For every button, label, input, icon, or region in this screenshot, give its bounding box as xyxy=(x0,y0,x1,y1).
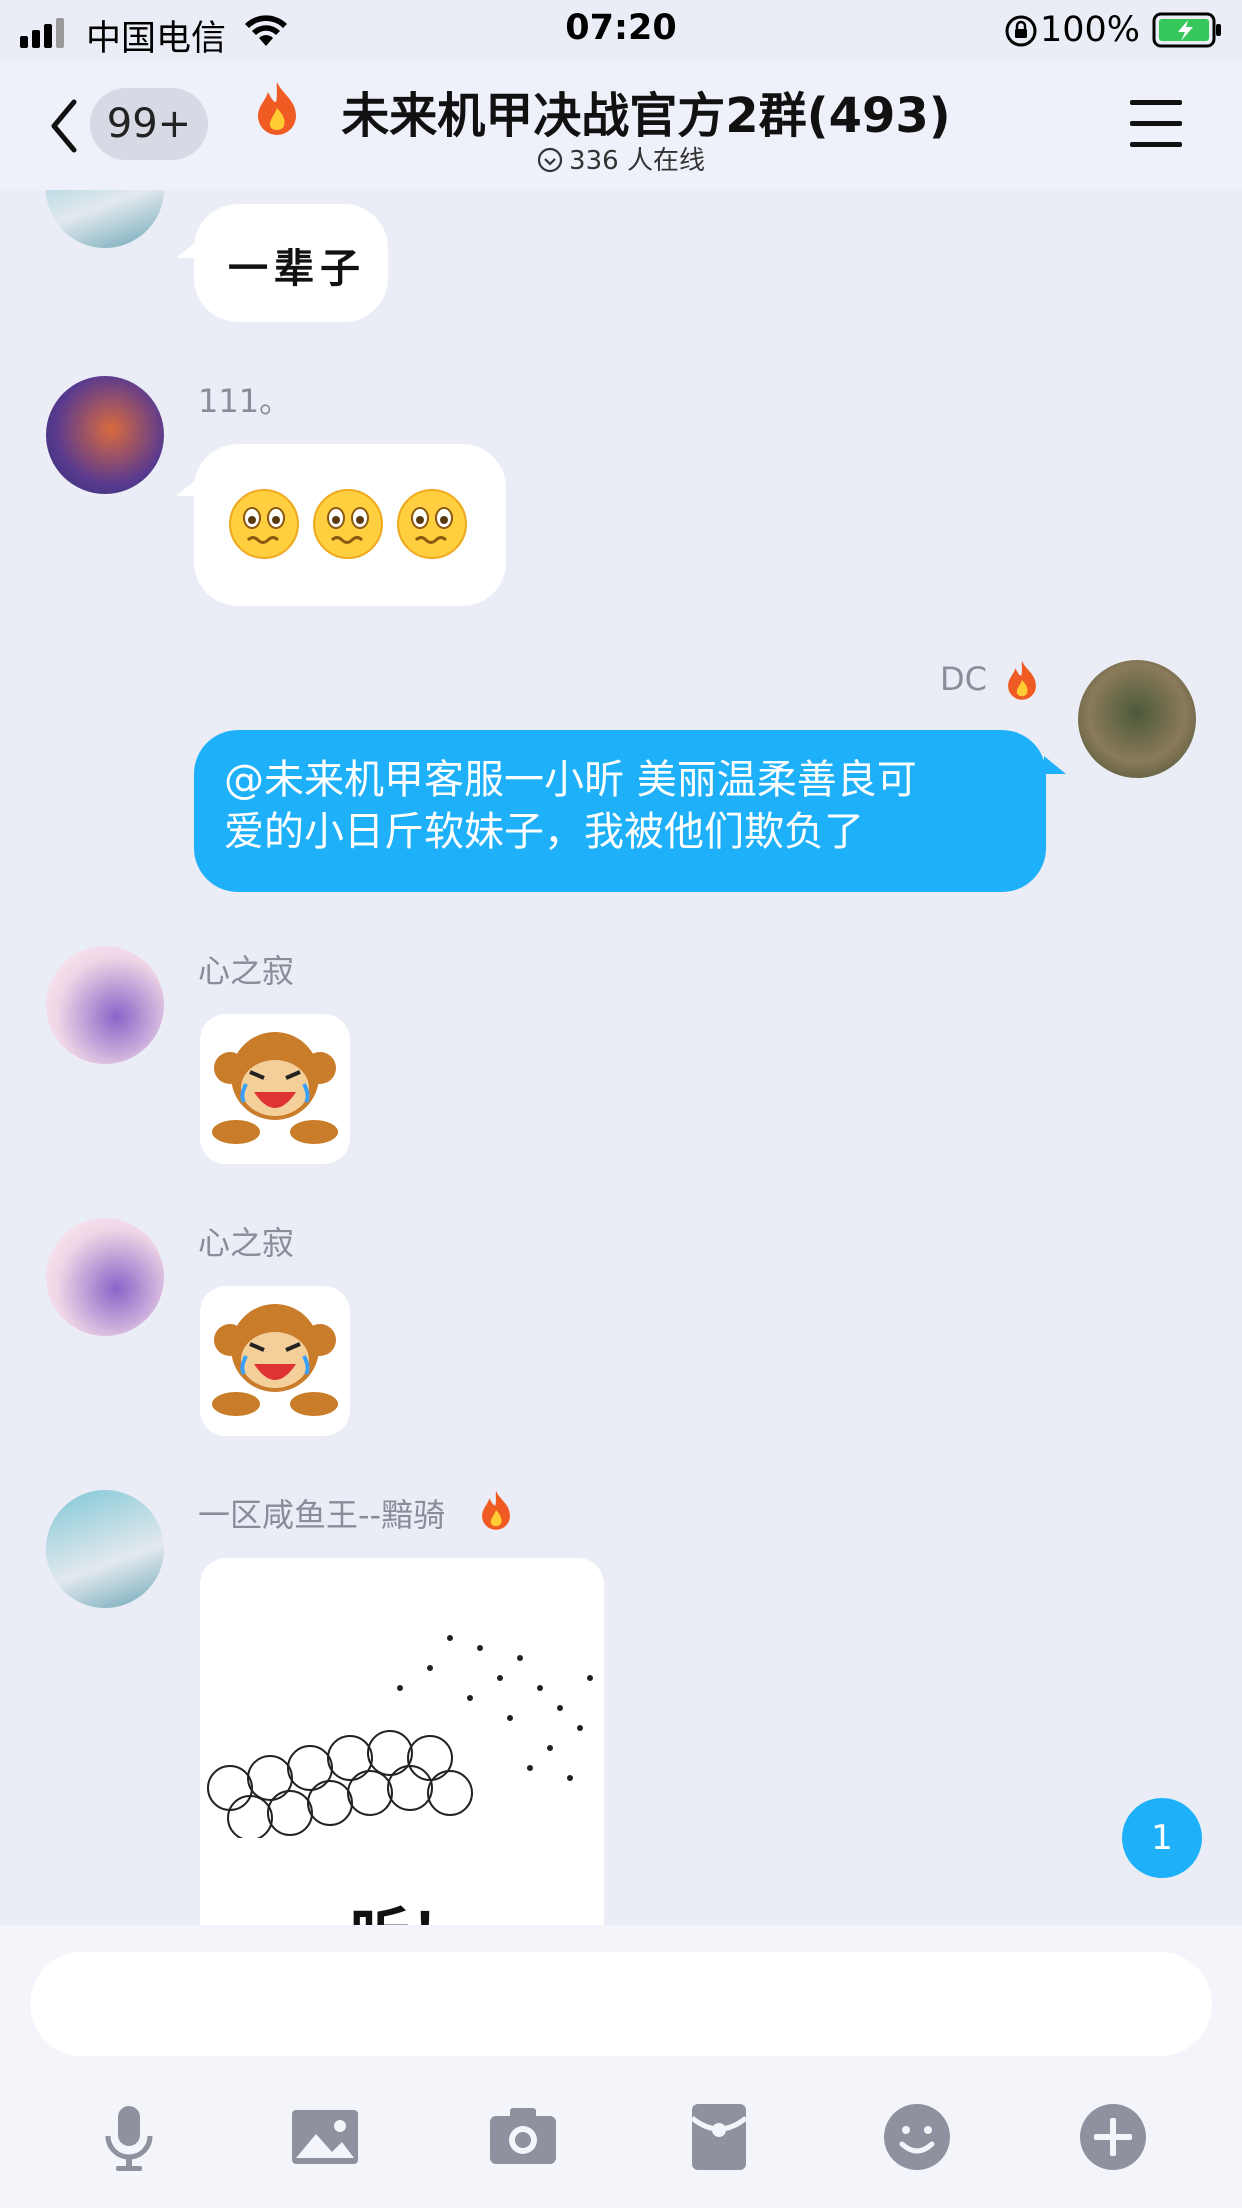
menu-icon[interactable] xyxy=(1128,98,1184,150)
avatar[interactable] xyxy=(46,1490,164,1608)
sender-name: DC xyxy=(940,660,987,698)
new-message-indicator[interactable]: 1 xyxy=(1122,1798,1202,1878)
avatar[interactable] xyxy=(46,376,164,494)
sender-name: 心之寂 xyxy=(198,952,295,990)
avatar[interactable] xyxy=(46,1218,164,1336)
camera-icon[interactable] xyxy=(486,2100,560,2174)
message-bubble[interactable]: 一辈子 xyxy=(194,204,388,322)
group-title[interactable]: 未来机甲决战官方2群(493) xyxy=(0,76,1242,146)
message-bubble[interactable]: @未来机甲客服一小昕 美丽温柔善良可 爱的小日斤软妹子，我被他们欺负了 xyxy=(194,730,1046,892)
sticker-message[interactable] xyxy=(200,1286,350,1436)
avatar[interactable] xyxy=(46,946,164,1064)
emoji-icon[interactable] xyxy=(880,2100,954,2174)
worried-face-icon xyxy=(229,489,299,559)
sender-name: 心之寂 xyxy=(198,1224,295,1262)
fire-icon xyxy=(482,1490,510,1530)
rotation-lock-icon xyxy=(1005,15,1037,47)
cartoon-crowd-image xyxy=(207,1635,593,1838)
image-icon[interactable] xyxy=(288,2100,362,2174)
crying-monkey-icon xyxy=(212,1032,338,1144)
status-bar: 中国电信 07:20 100% xyxy=(0,0,1242,62)
online-status-icon xyxy=(537,147,563,173)
image-caption: 听！ xyxy=(350,1888,470,1925)
message-bubble[interactable] xyxy=(194,444,506,606)
crying-monkey-icon xyxy=(212,1304,338,1416)
message-text: 一辈子 xyxy=(228,246,366,292)
message-text: @未来机甲客服一小昕 美丽温柔善良可 爱的小日斤软妹子，我被他们欺负了 xyxy=(224,757,917,855)
online-count-label: 336 人在线 xyxy=(569,146,705,176)
avatar[interactable] xyxy=(1078,660,1196,778)
plus-icon[interactable] xyxy=(1076,2100,1150,2174)
worried-face-icon xyxy=(397,489,467,559)
image-message[interactable]: 听！ xyxy=(200,1558,604,1925)
message-input[interactable] xyxy=(30,1952,1212,2056)
sticker-message[interactable] xyxy=(200,1014,350,1164)
fire-icon xyxy=(1008,660,1036,700)
sender-name: 111。 xyxy=(198,382,292,420)
battery-icon xyxy=(1152,12,1221,48)
avatar[interactable] xyxy=(46,190,164,248)
online-count[interactable]: 336 人在线 xyxy=(0,140,1242,177)
battery-percentage: 100% xyxy=(1039,10,1140,50)
worried-face-icon xyxy=(313,489,383,559)
sender-name: 一区咸鱼王--黯骑 xyxy=(198,1496,446,1534)
red-packet-icon[interactable] xyxy=(682,2100,756,2174)
mic-icon[interactable] xyxy=(92,2100,166,2174)
message-list[interactable]: 一辈子 111。 DC @未来机甲客服一小昕 美丽温柔善良可 爱的小日斤软妹子，… xyxy=(0,190,1242,1925)
